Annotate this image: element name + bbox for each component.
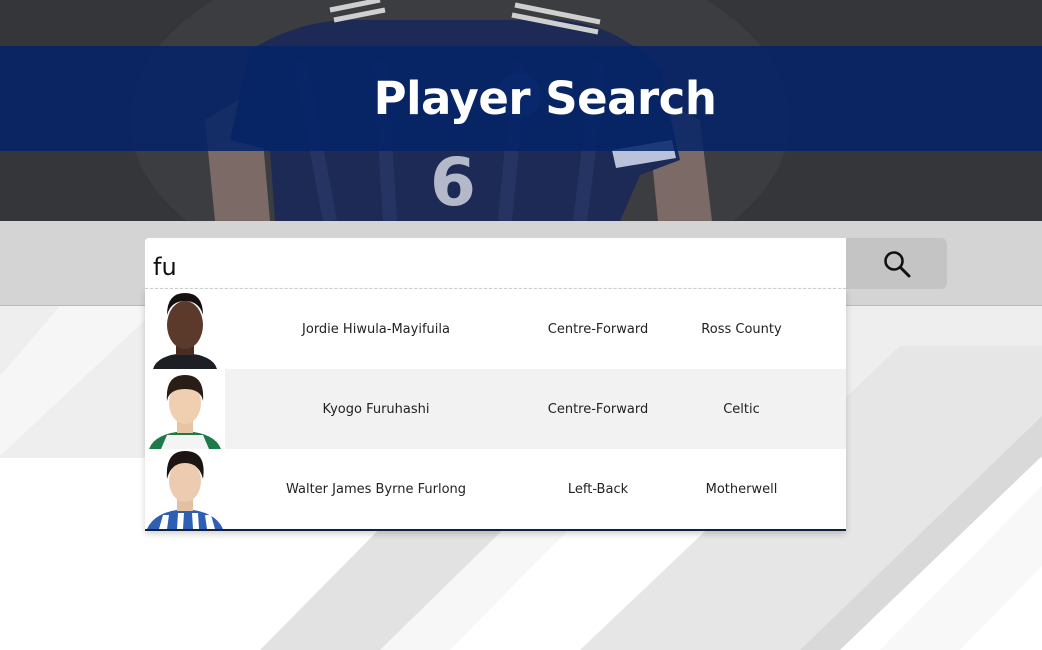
player-position: Centre-Forward [547, 401, 649, 417]
search-results: Jordie Hiwula-Mayifuila Centre-Forward R… [145, 289, 846, 531]
player-club: Ross County [701, 321, 782, 337]
search-input[interactable] [145, 238, 846, 289]
player-photo-icon [145, 449, 225, 529]
player-name: Walter James Byrne Furlong [285, 481, 467, 497]
player-club: Celtic [723, 401, 760, 417]
hero-banner: 6 Player Search [0, 0, 1042, 221]
player-photo-icon [145, 289, 225, 369]
player-name: Jordie Hiwula-Mayifuila [302, 321, 450, 337]
search-button[interactable] [846, 238, 947, 289]
search-icon [883, 250, 910, 277]
title-band: Player Search [0, 46, 1042, 151]
result-row[interactable]: Kyogo Furuhashi Centre-Forward Celtic [145, 369, 846, 449]
player-photo-icon [145, 369, 225, 449]
player-position: Left-Back [567, 481, 629, 497]
player-club: Motherwell [705, 481, 778, 497]
result-row[interactable]: Walter James Byrne Furlong Left-Back Mot… [145, 449, 846, 529]
shirt-number: 6 [430, 144, 476, 221]
page-title: Player Search [373, 72, 717, 125]
player-name: Kyogo Furuhashi [322, 401, 430, 417]
player-position: Centre-Forward [547, 321, 649, 337]
result-row[interactable]: Jordie Hiwula-Mayifuila Centre-Forward R… [145, 289, 846, 369]
